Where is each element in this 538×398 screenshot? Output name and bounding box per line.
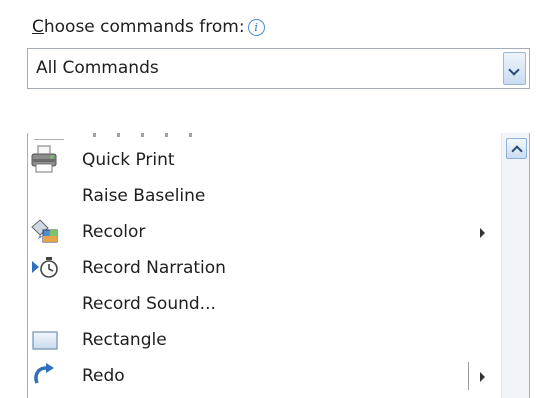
- chevron-down-icon[interactable]: [503, 52, 526, 85]
- list-item-label: Raise Baseline: [82, 186, 206, 206]
- list-item-label: Record Sound...: [82, 294, 216, 314]
- vertical-scrollbar[interactable]: [501, 133, 529, 398]
- info-icon[interactable]: i: [247, 18, 265, 36]
- redo-icon: [28, 359, 62, 393]
- partial-item-text: [93, 133, 213, 137]
- list-item-label: Record Narration: [82, 258, 226, 278]
- printer-icon: [28, 143, 62, 177]
- list-item-redo[interactable]: Redo: [28, 358, 502, 394]
- list-item-label: Recolor: [82, 222, 146, 242]
- list-item-quick-print[interactable]: Quick Print: [28, 142, 502, 178]
- access-key-letter: C: [32, 17, 44, 37]
- commands-source-dropdown[interactable]: All Commands: [27, 48, 530, 89]
- submenu-arrow-icon[interactable]: [480, 372, 485, 382]
- recolor-icon: [28, 215, 62, 249]
- chevron-up-icon[interactable]: [506, 138, 527, 159]
- label-text: hoose commands from:: [43, 17, 245, 37]
- record-narration-icon: [28, 251, 62, 285]
- list-item-raise-baseline[interactable]: Raise Baseline: [28, 178, 502, 214]
- list-item-rectangle[interactable]: Rectangle: [28, 322, 502, 358]
- partial-item-icon: [34, 133, 64, 140]
- choose-commands-label: Choose commands from: i: [32, 14, 265, 40]
- commands-list[interactable]: Quick Print Raise Baseline Recolor Recor…: [27, 133, 530, 398]
- list-item-label: Rectangle: [82, 330, 167, 350]
- list-item-label: Redo: [82, 366, 125, 386]
- list-item-recolor[interactable]: Recolor: [28, 214, 502, 250]
- dropdown-selected-value: All Commands: [36, 58, 159, 78]
- list-item-record-sound[interactable]: Record Sound...: [28, 286, 502, 322]
- list-item-record-narration[interactable]: Record Narration: [28, 250, 502, 286]
- split-button-divider: [468, 362, 469, 390]
- submenu-arrow-icon: [480, 228, 485, 238]
- list-item-label: Quick Print: [82, 150, 175, 170]
- rectangle-icon: [28, 323, 62, 357]
